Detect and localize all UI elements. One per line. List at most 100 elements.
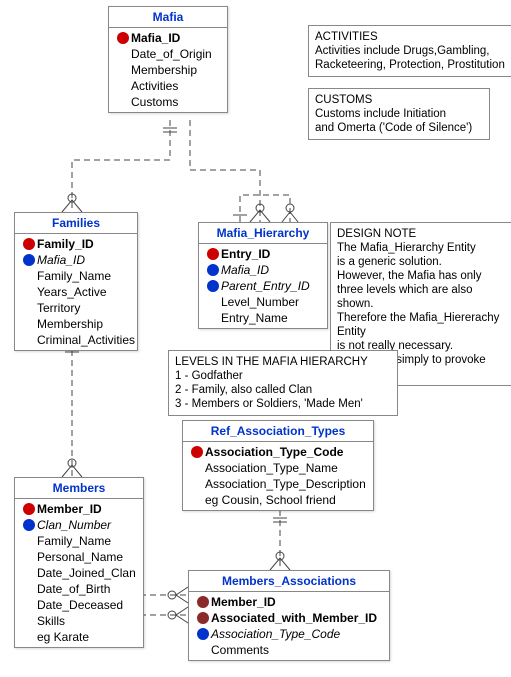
note-line: is a generic solution. [337, 255, 511, 269]
attr-name: Association_Type_Code [205, 444, 343, 460]
attr-name: Customs [131, 94, 178, 110]
entity-body: Member_ID Associated_with_Member_ID Asso… [189, 592, 389, 660]
attr-row: Membership [15, 316, 137, 332]
attr-name: Level_Number [221, 294, 299, 310]
note-title: ACTIVITIES [315, 30, 507, 44]
entity-title: Mafia [109, 7, 227, 28]
note-customs: CUSTOMS Customs include Initiation and O… [308, 88, 490, 140]
attr-name: Years_Active [37, 284, 107, 300]
attr-row: Mafia_ID [199, 262, 327, 278]
note-line: 1 - Godfather [175, 369, 391, 383]
note-title: DESIGN NOTE [337, 227, 511, 241]
attr-name: Criminal_Activities [37, 332, 135, 348]
attr-row: Comments [189, 642, 389, 658]
attr-row: Mafia_ID [109, 30, 227, 46]
entity-mafia-hierarchy: Mafia_Hierarchy Entry_ID Mafia_ID Parent… [198, 222, 328, 329]
attr-row: Activities [109, 78, 227, 94]
note-title: CUSTOMS [315, 93, 483, 107]
attr-row: Personal_Name [15, 549, 143, 565]
entity-mafia: Mafia Mafia_ID Date_of_Origin Membership… [108, 6, 228, 113]
entity-ref-association-types: Ref_Association_Types Association_Type_C… [182, 420, 374, 511]
attr-name: Member_ID [211, 594, 276, 610]
attr-row: Customs [109, 94, 227, 110]
fk-icon [207, 280, 219, 292]
attr-name: Association_Type_Code [211, 626, 340, 642]
attr-name: Association_Type_Description [205, 476, 366, 492]
note-title: LEVELS IN THE MAFIA HIERARCHY [175, 355, 391, 369]
entity-title: Families [15, 213, 137, 234]
note-line: Racketeering, Protection, Prostitution [315, 58, 507, 72]
attr-name: Member_ID [37, 501, 102, 517]
attr-name: Entry_ID [221, 246, 270, 262]
attr-name: Skills [37, 613, 65, 629]
attr-name: Parent_Entry_ID [221, 278, 310, 294]
entity-body: Family_ID Mafia_ID Family_Name Years_Act… [15, 234, 137, 350]
attr-row: Skills [15, 613, 143, 629]
attr-row: Criminal_Activities [15, 332, 137, 348]
entity-members-associations: Members_Associations Member_ID Associate… [188, 570, 390, 661]
attr-row: Entry_Name [199, 310, 327, 326]
attr-name: Entry_Name [221, 310, 288, 326]
attr-name: Membership [131, 62, 197, 78]
attr-row: Years_Active [15, 284, 137, 300]
attr-name: Family_ID [37, 236, 94, 252]
note-line: and Omerta ('Code of Silence') [315, 121, 483, 135]
fk-icon [207, 264, 219, 276]
pk-icon [191, 446, 203, 458]
entity-body: Member_ID Clan_Number Family_Name Person… [15, 499, 143, 647]
attr-name: Associated_with_Member_ID [211, 610, 377, 626]
attr-row: Territory [15, 300, 137, 316]
note-line: Customs include Initiation [315, 107, 483, 121]
attr-name: Association_Type_Name [205, 460, 338, 476]
attr-name: Personal_Name [37, 549, 123, 565]
entity-title: Mafia_Hierarchy [199, 223, 327, 244]
entity-title: Members_Associations [189, 571, 389, 592]
pk-icon [23, 238, 35, 250]
note-line: Therefore the Mafia_Hiererachy Entity [337, 311, 511, 339]
note-line: 2 - Family, also called Clan [175, 383, 391, 397]
attr-row: Association_Type_Description [183, 476, 373, 492]
attr-row: Association_Type_Code [189, 626, 389, 642]
attr-row: Membership [109, 62, 227, 78]
attr-row: Level_Number [199, 294, 327, 310]
attr-row: Family_Name [15, 268, 137, 284]
attr-name: Activities [131, 78, 178, 94]
note-line: Activities include Drugs,Gambling, [315, 44, 507, 58]
fk-icon [23, 519, 35, 531]
attr-row: Association_Type_Code [183, 444, 373, 460]
fk-icon [197, 628, 209, 640]
entity-body: Entry_ID Mafia_ID Parent_Entry_ID Level_… [199, 244, 327, 328]
note-activities: ACTIVITIES Activities include Drugs,Gamb… [308, 25, 511, 77]
pk-icon [117, 32, 129, 44]
attr-row: eg Cousin, School friend [183, 492, 373, 508]
attr-row: Member_ID [189, 594, 389, 610]
attr-name: eg Karate [37, 629, 89, 645]
attr-row: Associated_with_Member_ID [189, 610, 389, 626]
attr-row: Association_Type_Name [183, 460, 373, 476]
note-line: However, the Mafia has only [337, 269, 511, 283]
attr-name: Mafia_ID [221, 262, 269, 278]
attr-row: Family_Name [15, 533, 143, 549]
fk-icon [23, 254, 35, 266]
entity-title: Ref_Association_Types [183, 421, 373, 442]
attr-row: eg Karate [15, 629, 143, 645]
attr-row: Mafia_ID [15, 252, 137, 268]
attr-row: Entry_ID [199, 246, 327, 262]
entity-families: Families Family_ID Mafia_ID Family_Name … [14, 212, 138, 351]
attr-name: Family_Name [37, 533, 111, 549]
entity-members: Members Member_ID Clan_Number Family_Nam… [14, 477, 144, 648]
attr-name: Date_Joined_Clan [37, 565, 136, 581]
note-line: three levels which are also shown. [337, 283, 511, 311]
attr-row: Family_ID [15, 236, 137, 252]
entity-title: Members [15, 478, 143, 499]
attr-name: eg Cousin, School friend [205, 492, 336, 508]
attr-row: Date_Joined_Clan [15, 565, 143, 581]
attr-name: Membership [37, 316, 103, 332]
attr-name: Territory [37, 300, 80, 316]
note-line: 3 - Members or Soldiers, 'Made Men' [175, 397, 391, 411]
attr-name: Date_Deceased [37, 597, 123, 613]
note-line: The Mafia_Hierarchy Entity [337, 241, 511, 255]
entity-body: Association_Type_Code Association_Type_N… [183, 442, 373, 510]
note-levels: LEVELS IN THE MAFIA HIERARCHY 1 - Godfat… [168, 350, 398, 416]
attr-name: Clan_Number [37, 517, 111, 533]
